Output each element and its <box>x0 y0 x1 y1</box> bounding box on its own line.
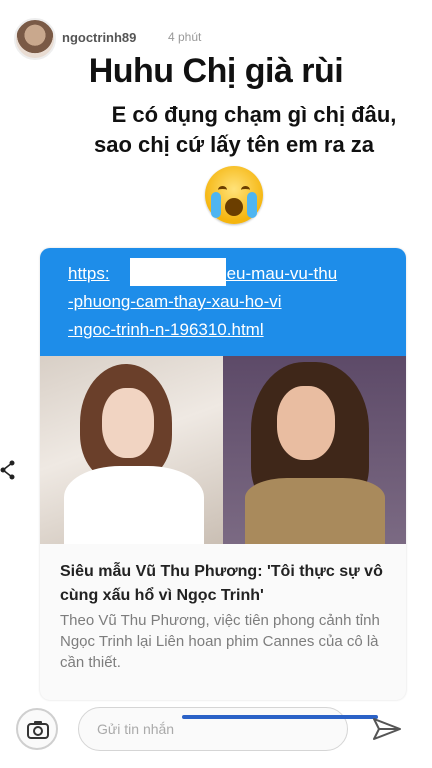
photo-right <box>223 356 406 544</box>
share-icon[interactable] <box>0 460 16 480</box>
photo-left <box>40 356 223 544</box>
article-card[interactable]: https:/sieu-mau-vu-thu -phuong-cam-thay-… <box>40 248 406 700</box>
redaction-box <box>130 258 226 286</box>
message-placeholder: Gửi tin nhắn <box>97 721 175 737</box>
url-line-2: -phuong-cam-thay-xau-ho-vi <box>68 292 282 311</box>
caption-line-2: sao chị cứ lấy tên em ra za <box>93 132 375 157</box>
camera-button[interactable] <box>16 708 58 750</box>
message-input[interactable]: Gửi tin nhắn <box>78 707 348 751</box>
post-time: 4 phút <box>168 30 202 44</box>
caption-line-1: E có đụng chạm gì chị đâu, <box>111 102 397 127</box>
caption-title: Huhu Chị già rùi <box>88 52 344 90</box>
article-url[interactable]: https:/sieu-mau-vu-thu -phuong-cam-thay-… <box>40 248 406 356</box>
camera-icon <box>27 721 49 739</box>
send-icon[interactable] <box>372 716 402 747</box>
crying-face-icon <box>205 166 263 224</box>
story-progress-bar <box>182 715 378 719</box>
article-excerpt: Theo Vũ Thu Phương, việc tiên phong cảnh… <box>60 612 380 671</box>
username[interactable]: ngoctrinh89 <box>62 30 136 45</box>
url-line-3: -ngoc-trinh-n-196310.html <box>68 320 264 339</box>
article-photos <box>40 356 406 544</box>
article-headline: Siêu mẫu Vũ Thu Phương: 'Tôi thực sự vô … <box>60 563 383 604</box>
